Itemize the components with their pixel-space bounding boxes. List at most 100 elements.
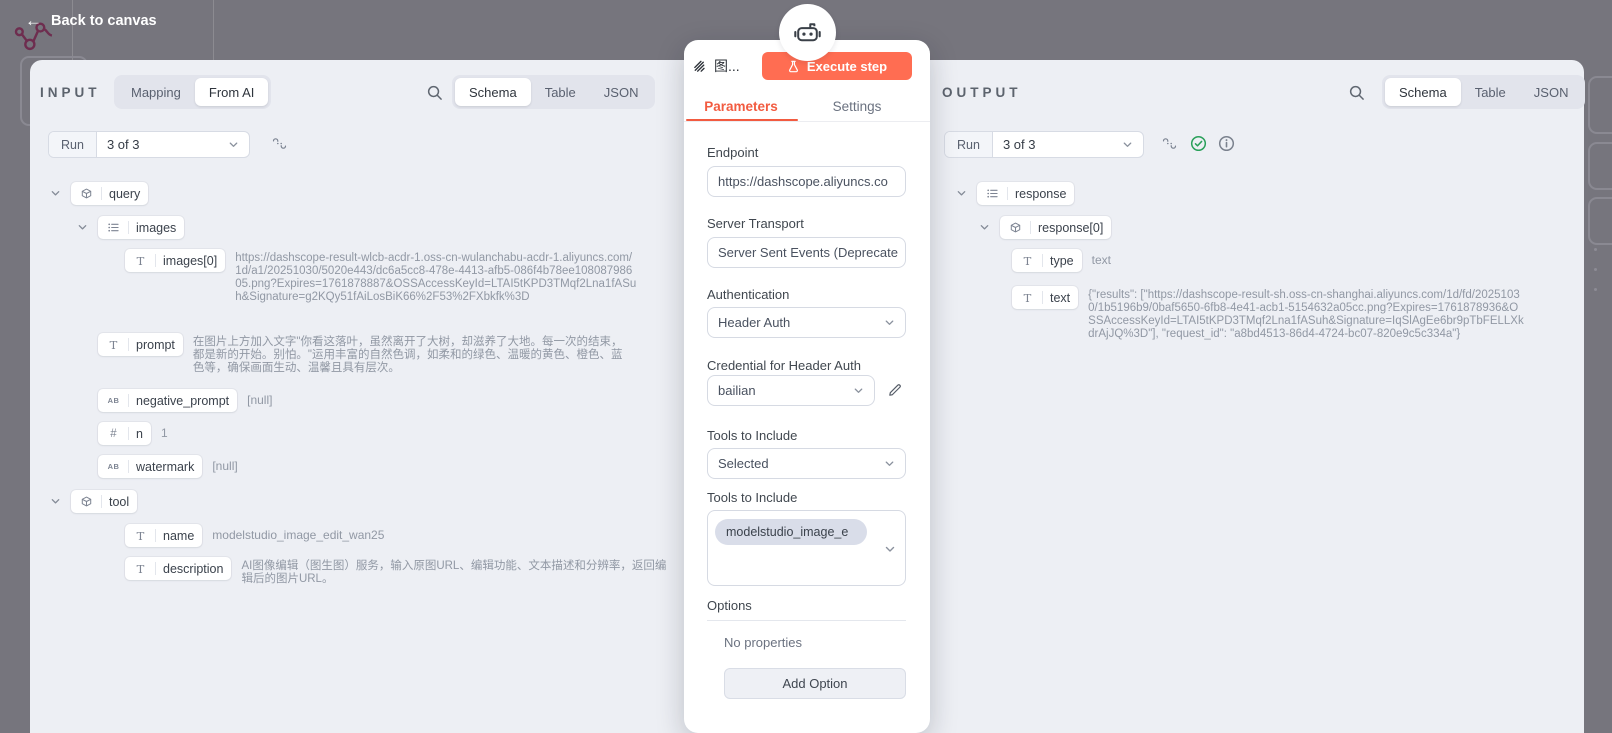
canvas-node-ghost — [1588, 76, 1612, 134]
input-run-selector[interactable]: Run 3 of 3 — [48, 131, 250, 158]
options-label: Options — [707, 598, 752, 613]
dialog-tabs: Parameters Settings — [684, 92, 930, 122]
chevron-down-icon — [228, 132, 249, 157]
canvas-dot — [1594, 268, 1597, 271]
tools-mode-select[interactable]: Selected — [707, 448, 906, 479]
field-name: response[0] — [1038, 220, 1104, 235]
field-name: images[0] — [163, 253, 218, 268]
tab-from-ai[interactable]: From AI — [194, 78, 269, 106]
output-run-selector[interactable]: Run 3 of 3 — [944, 131, 1144, 158]
back-to-canvas-button[interactable]: ← Back to canvas — [25, 12, 157, 29]
tab-input-table[interactable]: Table — [531, 78, 590, 106]
chevron-down-icon[interactable] — [979, 222, 990, 233]
input-mode-toggle: Mapping From AI — [114, 75, 272, 109]
tool-tag[interactable]: modelstudio_image_e — [715, 519, 867, 545]
tools-mode-value: Selected — [718, 456, 769, 471]
tab-output-schema[interactable]: Schema — [1385, 78, 1461, 106]
object-icon — [79, 496, 94, 507]
credential-label: Credential for Header Auth — [707, 358, 861, 373]
chevron-down-icon — [853, 385, 864, 396]
tab-input-schema[interactable]: Schema — [455, 78, 531, 106]
edit-credential-pencil-icon[interactable] — [887, 382, 903, 398]
output-panel-title: OUTPUT — [942, 85, 1022, 100]
credential-select[interactable]: bailian — [707, 375, 875, 406]
server-transport-label: Server Transport — [707, 216, 804, 231]
chevron-down-icon[interactable] — [50, 496, 61, 507]
text-type-icon: T — [1023, 253, 1032, 268]
input-search-icon[interactable] — [426, 84, 443, 101]
tools-mode-label: Tools to Include — [707, 428, 798, 443]
tree-row-tool[interactable]: tool — [50, 490, 138, 513]
chevron-down-icon[interactable] — [77, 222, 88, 233]
output-view-switch: Schema Table JSON — [1382, 75, 1586, 109]
options-divider — [707, 620, 906, 621]
tree-row-text[interactable]: Ttext {"results": ["https://dashscope-re… — [1012, 286, 1525, 341]
tree-row-query[interactable]: query — [50, 182, 149, 205]
credential-value: bailian — [718, 383, 756, 398]
canvas-node-ghost — [1588, 142, 1612, 190]
add-option-label: Add Option — [782, 676, 848, 691]
field-name: watermark — [136, 459, 195, 474]
run-label: Run — [945, 132, 993, 157]
field-name: n — [136, 426, 143, 441]
text-type-icon: T — [1023, 290, 1032, 305]
input-panel-title: INPUT — [40, 85, 101, 100]
tree-row-images0[interactable]: Timages[0] https://dashscope-result-wlcb… — [125, 249, 637, 304]
tree-row-response0[interactable]: response[0] — [979, 216, 1112, 239]
flask-icon — [787, 60, 800, 73]
tree-row-prompt[interactable]: Tprompt 在图片上方加入文字"你看这落叶，虽然离开了大树，却滋养了大地。每… — [98, 333, 633, 375]
field-name: description — [163, 561, 224, 576]
authentication-select[interactable]: Header Auth — [707, 307, 906, 338]
authentication-label: Authentication — [707, 287, 790, 302]
field-value: 1 — [160, 426, 168, 440]
field-name: negative_prompt — [136, 393, 230, 408]
tree-row-response[interactable]: response — [956, 182, 1075, 205]
field-value: [null] — [247, 393, 273, 407]
canvas-wire — [72, 0, 73, 60]
array-icon — [985, 188, 1000, 199]
field-name: images — [136, 220, 177, 235]
tab-input-json[interactable]: JSON — [590, 78, 653, 106]
field-name: prompt — [136, 337, 175, 352]
canvas-wire — [213, 0, 214, 60]
authentication-value: Header Auth — [718, 315, 791, 330]
workflow-step-view: ← Back to canvas INPUT Mapping From AI S… — [0, 0, 1612, 733]
tab-settings[interactable]: Settings — [798, 92, 916, 121]
tree-row-name[interactable]: Tname modelstudio_image_edit_wan25 — [125, 524, 384, 547]
tab-output-table[interactable]: Table — [1461, 78, 1520, 106]
endpoint-label: Endpoint — [707, 145, 759, 160]
tree-row-images[interactable]: images — [77, 216, 185, 239]
chevron-down-icon[interactable] — [956, 188, 967, 199]
unlink-runs-icon[interactable] — [272, 136, 287, 151]
number-type-icon: # — [110, 427, 117, 440]
robot-icon — [792, 17, 823, 48]
string-type-icon: AB — [107, 396, 120, 405]
tab-parameters[interactable]: Parameters — [684, 92, 798, 121]
success-check-icon — [1190, 135, 1207, 152]
output-search-icon[interactable] — [1348, 84, 1365, 101]
tree-row-n[interactable]: # n 1 — [98, 422, 168, 445]
unlink-runs-icon[interactable] — [1162, 136, 1177, 151]
info-icon[interactable] — [1218, 135, 1235, 152]
output-run-value: 3 of 3 — [1002, 137, 1036, 152]
text-type-icon: T — [109, 337, 118, 352]
field-value: https://dashscope-result-wlcb-acdr-1.oss… — [235, 252, 637, 303]
field-value: 在图片上方加入文字"你看这落叶，虽然离开了大树，却滋养了大地。每一次的结束，都是… — [192, 336, 623, 374]
tree-row-watermark[interactable]: AB watermark [null] — [98, 455, 238, 478]
node-title: 图... — [714, 58, 740, 74]
tree-row-description[interactable]: Tdescription AI图像编辑（图生图）服务，输入原图URL、编辑功能、… — [125, 557, 666, 586]
tree-row-type[interactable]: Ttype text — [1012, 249, 1111, 272]
active-tab-underline — [686, 119, 798, 121]
execute-step-button[interactable]: Execute step — [762, 52, 912, 80]
field-value: {"results": ["https://dashscope-result-s… — [1088, 289, 1524, 340]
add-option-button[interactable]: Add Option — [724, 668, 906, 699]
tab-output-json[interactable]: JSON — [1520, 78, 1583, 106]
server-transport-select[interactable]: Server Sent Events (Deprecate — [707, 237, 906, 268]
chevron-down-icon[interactable] — [50, 188, 61, 199]
tree-row-negative-prompt[interactable]: AB negative_prompt [null] — [98, 389, 272, 412]
text-type-icon: T — [136, 561, 145, 576]
endpoint-input[interactable]: https://dashscope.aliyuncs.co — [707, 166, 906, 197]
tab-mapping[interactable]: Mapping — [117, 78, 195, 106]
field-value: AI图像编辑（图生图）服务，输入原图URL、编辑功能、文本描述和分辨率，返回编辑… — [241, 560, 667, 585]
tools-multiselect[interactable]: modelstudio_image_e — [707, 510, 906, 586]
